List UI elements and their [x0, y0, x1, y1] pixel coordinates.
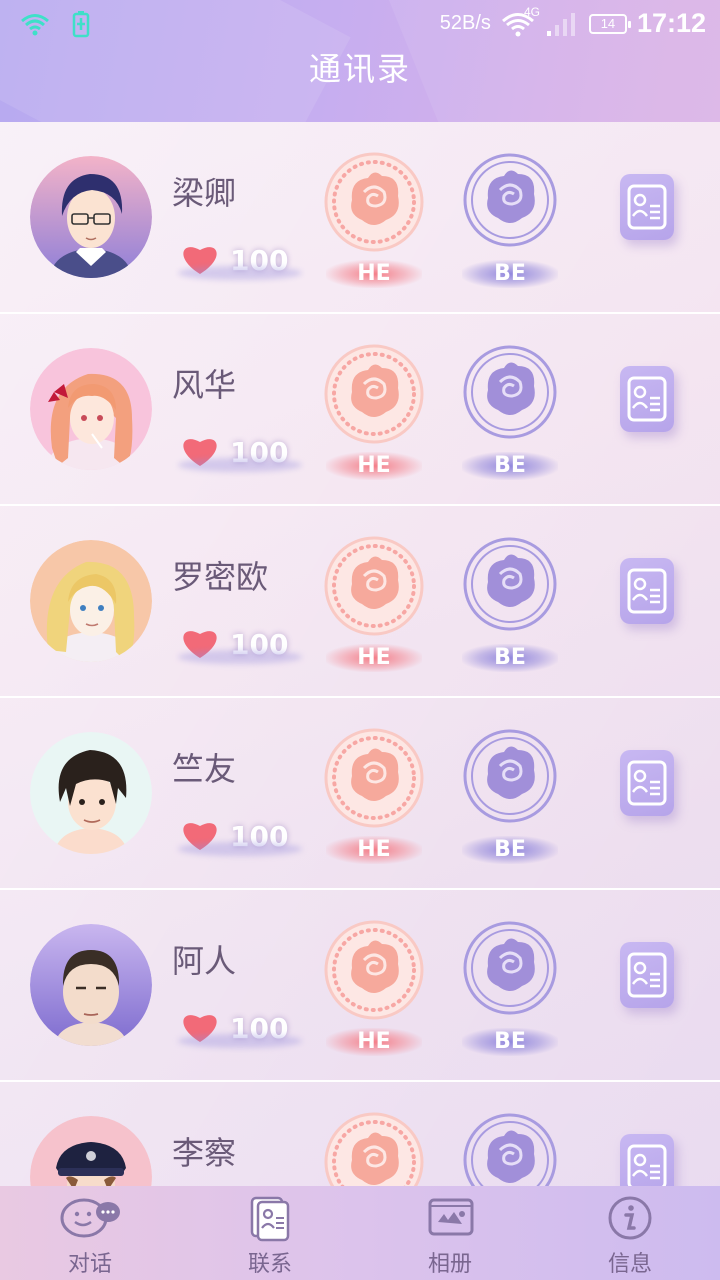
bottom-nav: 对话 联系 相册 信息 [0, 1186, 720, 1280]
contact-row[interactable]: 阿人 100 HE BE [0, 890, 720, 1082]
he-label: HE [326, 836, 422, 864]
battery-indicator: 14 [588, 13, 631, 34]
he-label: HE [326, 260, 422, 288]
profile-card-button[interactable] [620, 1134, 674, 1186]
he-rose-icon[interactable] [324, 536, 424, 636]
avatar[interactable] [30, 348, 152, 470]
he-label: HE [326, 1028, 422, 1056]
wifi-icon [21, 14, 49, 36]
network-speed: 52B/s [439, 12, 491, 34]
affinity-shadow [178, 266, 302, 280]
photo-album-icon [428, 1198, 474, 1236]
contact-row[interactable]: 罗密欧 100 HE BE [0, 506, 720, 698]
id-card-icon [627, 184, 667, 230]
he-label: HE [326, 452, 422, 480]
contact-list[interactable]: 梁卿 100 HE BE 风华 100 HE BE 罗密欧 100 HE BE … [0, 122, 720, 1186]
wifi-icon [501, 12, 534, 36]
avatar[interactable] [30, 156, 152, 278]
nav-item-contacts[interactable]: 联系 [180, 1186, 360, 1280]
be-rose-icon[interactable] [462, 536, 558, 632]
profile-card-button[interactable] [620, 942, 674, 1008]
contact-row[interactable]: 竺友 100 HE BE [0, 698, 720, 890]
battery-charging-icon [72, 11, 90, 38]
contact-name: 罗密欧 [172, 558, 269, 596]
he-rose-icon[interactable] [324, 152, 424, 252]
affinity-shadow [178, 650, 302, 664]
affinity-shadow [178, 458, 302, 472]
nav-item-chat[interactable]: 对话 [0, 1186, 180, 1280]
avatar[interactable] [30, 732, 152, 854]
signal-strength-icon [546, 12, 575, 36]
profile-card-button[interactable] [620, 366, 674, 432]
info-icon [608, 1196, 652, 1240]
he-rose-icon[interactable] [324, 1112, 424, 1186]
nav-label-contacts: 联系 [247, 1252, 292, 1277]
affinity-shadow [178, 1034, 302, 1048]
contact-name: 梁卿 [172, 174, 237, 212]
id-card-icon [627, 376, 667, 422]
be-rose-icon[interactable] [462, 1112, 558, 1186]
id-card-icon [627, 952, 667, 998]
nav-label-album: 相册 [427, 1252, 472, 1277]
avatar[interactable] [30, 924, 152, 1046]
id-card-icon [627, 568, 667, 614]
be-rose-icon[interactable] [462, 152, 558, 248]
contact-name: 李察 [172, 1134, 237, 1172]
affinity-shadow [178, 842, 302, 856]
contact-card-icon [250, 1196, 290, 1242]
contact-name: 风华 [172, 366, 237, 404]
contact-row[interactable]: 梁卿 100 HE BE [0, 122, 720, 314]
be-label: BE [462, 260, 558, 288]
contact-row[interactable]: 李察 [0, 1082, 720, 1186]
nav-label-chat: 对话 [67, 1252, 112, 1277]
clock: 17:12 [636, 8, 706, 38]
profile-card-button[interactable] [620, 750, 674, 816]
be-rose-icon[interactable] [462, 728, 558, 824]
be-rose-icon[interactable] [462, 920, 558, 1016]
id-card-icon [627, 760, 667, 806]
profile-card-button[interactable] [620, 558, 674, 624]
be-label: BE [462, 836, 558, 864]
he-rose-icon[interactable] [324, 920, 424, 1020]
nav-item-album[interactable]: 相册 [360, 1186, 540, 1280]
be-rose-icon[interactable] [462, 344, 558, 440]
contact-name: 阿人 [172, 942, 237, 980]
be-label: BE [462, 452, 558, 480]
be-label: BE [462, 644, 558, 672]
profile-card-button[interactable] [620, 174, 674, 240]
id-card-icon [627, 1144, 667, 1186]
nav-label-info: 信息 [607, 1252, 652, 1277]
contact-name: 竺友 [172, 750, 237, 788]
be-label: BE [462, 1028, 558, 1056]
battery-level: 14 [600, 15, 616, 31]
he-label: HE [326, 644, 422, 672]
nav-item-info[interactable]: 信息 [540, 1186, 720, 1280]
header-bar: 4G 52B/s 14 17:12 通讯录 [0, 0, 720, 122]
contact-row[interactable]: 风华 100 HE BE [0, 314, 720, 506]
chat-bubble-icon [60, 1198, 120, 1238]
he-rose-icon[interactable] [324, 344, 424, 444]
page-title: 通讯录 [308, 50, 411, 88]
he-rose-icon[interactable] [324, 728, 424, 828]
avatar[interactable] [30, 1116, 152, 1186]
avatar[interactable] [30, 540, 152, 662]
